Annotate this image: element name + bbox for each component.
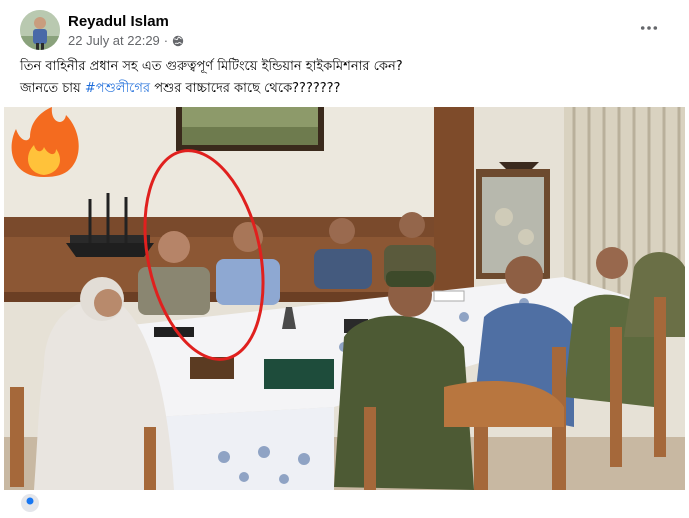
more-dots-icon <box>640 26 658 30</box>
post-text: তিন বাহিনীর প্রধান সহ এত গুরুত্বপূর্ণ মি… <box>20 56 660 100</box>
post-text-line-1: তিন বাহিনীর প্রধান সহ এত গুরুত্বপূর্ণ মি… <box>20 59 403 74</box>
post-text-line-2: জানতে চায় #পশুলীগের পশুর বাচ্চাদের কাছে… <box>20 78 660 100</box>
post-timestamp[interactable]: 22 July at 22:29 <box>68 32 160 49</box>
hashtag-link[interactable]: #পশুলীগের <box>85 81 150 96</box>
facebook-post: Reyadul Islam 22 July at 22:29 · তিন বাহ… <box>0 0 689 512</box>
post-photo[interactable] <box>4 107 685 490</box>
avatar[interactable] <box>20 10 60 50</box>
commenter-avatar-icon <box>20 493 40 513</box>
author-name[interactable]: Reyadul Islam <box>68 12 184 31</box>
timestamp-row: 22 July at 22:29 · <box>68 32 184 49</box>
more-options-button[interactable] <box>635 14 663 42</box>
post-meta: Reyadul Islam 22 July at 22:29 · <box>68 12 184 49</box>
post-text-prefix: জানতে চায় <box>20 81 85 96</box>
meta-separator: · <box>163 32 169 48</box>
post-header: Reyadul Islam 22 July at 22:29 · <box>20 8 184 52</box>
globe-icon <box>172 34 184 47</box>
post-text-suffix: পশুর বাচ্চাদের কাছে থেকে??????? <box>150 81 341 96</box>
